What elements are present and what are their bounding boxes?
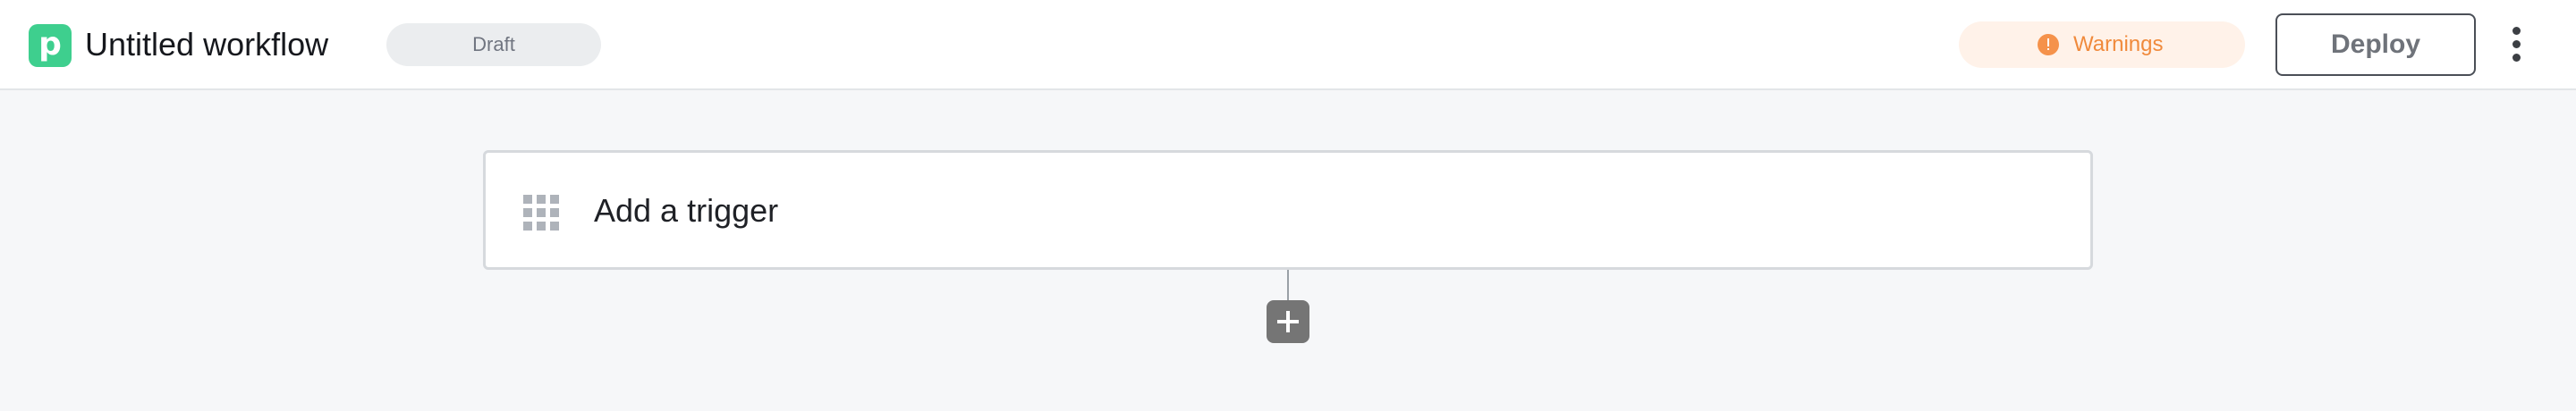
- step-connector: [1287, 270, 1289, 302]
- warnings-label: Warnings: [2073, 32, 2164, 56]
- status-badge: Draft: [386, 23, 601, 66]
- app-logo[interactable]: p: [29, 24, 72, 67]
- apps-grid-icon: [523, 195, 559, 231]
- dot-icon: [2512, 54, 2521, 62]
- dot-icon: [2512, 27, 2521, 35]
- add-trigger-card[interactable]: Add a trigger: [483, 150, 2093, 270]
- deploy-button[interactable]: Deploy: [2275, 13, 2476, 76]
- add-trigger-label: Add a trigger: [594, 192, 779, 229]
- warning-icon: [2038, 34, 2059, 55]
- logo-letter: p: [38, 26, 62, 63]
- warnings-button[interactable]: Warnings: [1959, 21, 2245, 68]
- add-step-button[interactable]: [1267, 300, 1309, 343]
- more-options-icon[interactable]: [2504, 25, 2529, 64]
- dot-icon: [2512, 40, 2521, 48]
- top-bar: p Untitled workflow Draft Warnings Deplo…: [0, 0, 2576, 90]
- workflow-title[interactable]: Untitled workflow: [85, 25, 328, 64]
